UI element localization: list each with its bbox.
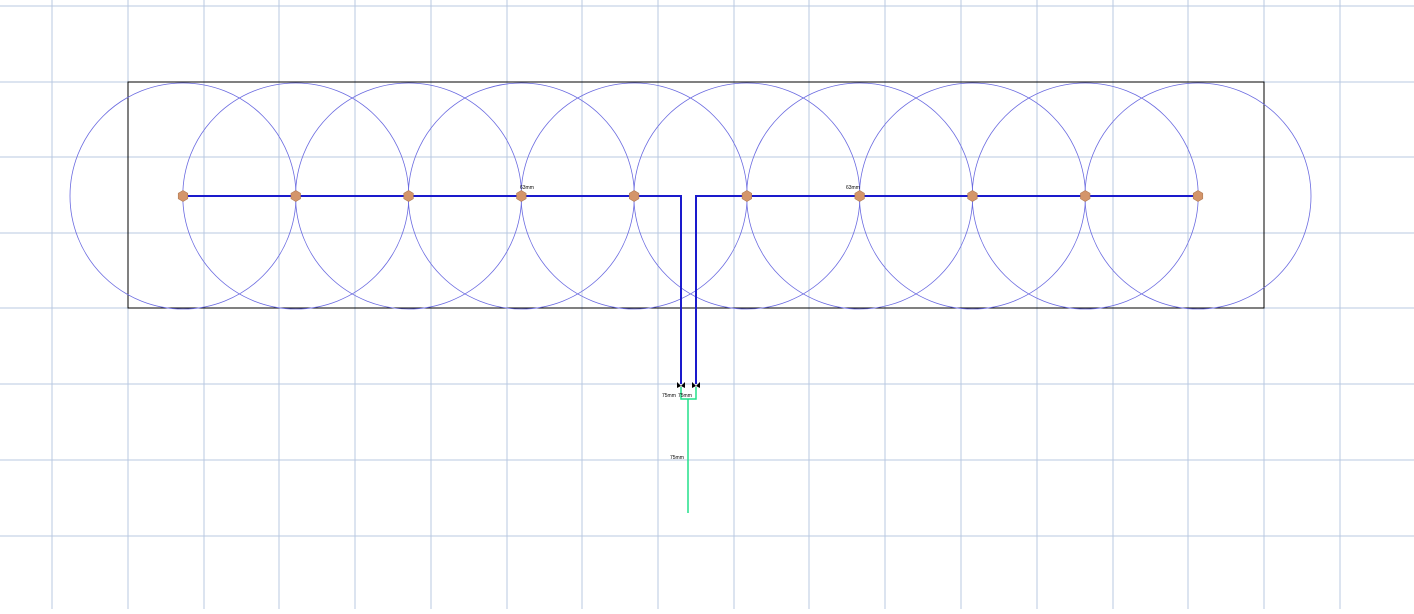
sprinkler-head-icon[interactable] [854,190,865,202]
sprinkler-head-icon[interactable] [403,190,414,202]
supply-size-label: 75mm [670,455,684,461]
sprinkler-head-icon[interactable] [516,190,527,202]
sprinkler-head-icon[interactable] [741,190,752,202]
left-riser-size-label: 75mm [662,393,676,399]
sprinkler-head-icon[interactable] [1080,190,1091,202]
sprinkler-head-icon[interactable] [967,190,978,202]
sprinkler-head-icon[interactable] [177,190,189,202]
main-pipes[interactable] [183,195,1198,388]
sprinkler-head-icon[interactable] [1192,190,1204,202]
grid-lines [0,0,1414,609]
supply-pipe[interactable] [680,387,697,513]
sprinkler-head-icon[interactable] [629,190,640,202]
left-branch-size-label: 63mm [520,185,534,191]
right-branch-pipe[interactable] [695,195,1198,384]
sprinkler-head-icon[interactable] [290,190,301,202]
right-riser-size-label: 75mm [678,393,692,399]
drawing-canvas[interactable]: 63mm 63mm 75mm 75mm 75mm [0,0,1414,609]
right-branch-size-label: 63mm [846,185,860,191]
left-branch-pipe[interactable] [183,195,682,384]
